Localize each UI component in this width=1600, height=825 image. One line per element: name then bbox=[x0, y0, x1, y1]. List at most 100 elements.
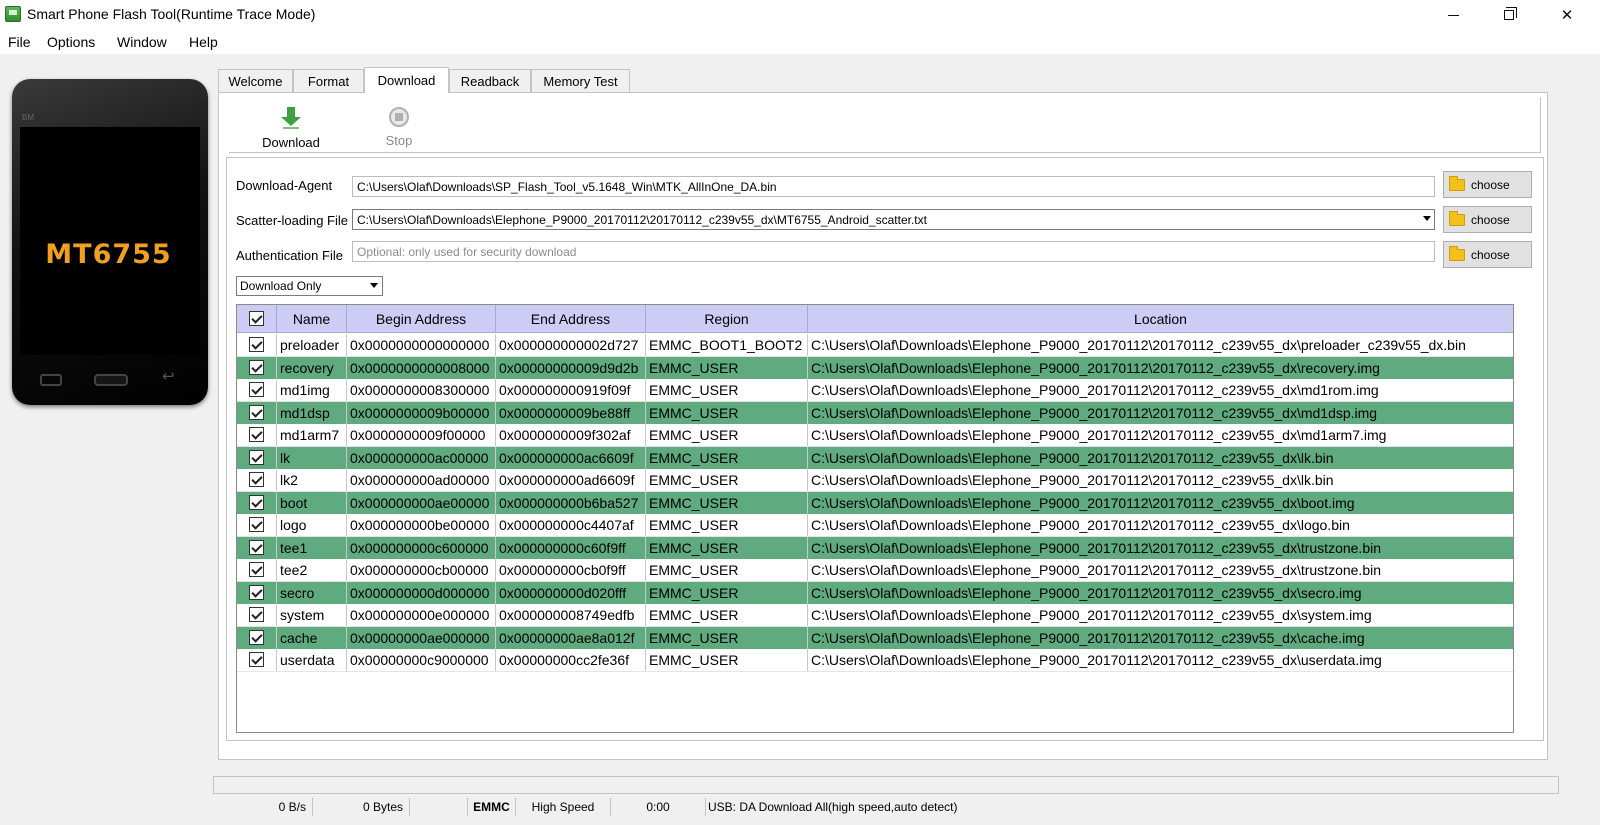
auth-file-field[interactable]: Optional: only used for security downloa… bbox=[352, 241, 1435, 262]
region: EMMC_USER bbox=[646, 424, 808, 446]
row-checkbox[interactable] bbox=[249, 630, 264, 646]
row-checkbox[interactable] bbox=[249, 517, 264, 533]
column-header-begin-address[interactable]: Begin Address bbox=[347, 305, 496, 332]
progress-bar bbox=[213, 776, 1559, 794]
row-checkbox[interactable] bbox=[249, 450, 264, 466]
select-all-checkbox[interactable] bbox=[249, 311, 264, 326]
row-checkbox-cell[interactable] bbox=[237, 536, 277, 559]
close-button[interactable]: ✕ bbox=[1544, 0, 1590, 30]
download-agent-field[interactable]: C:\Users\Olaf\Downloads\SP_Flash_Tool_v5… bbox=[352, 176, 1435, 197]
end-address: 0x000000000d020fff bbox=[496, 581, 646, 604]
partition-name: logo bbox=[277, 514, 347, 536]
begin-address: 0x000000000ac00000 bbox=[347, 446, 496, 469]
table-row[interactable]: logo 0x000000000be00000 0x000000000c4407af… bbox=[237, 514, 1513, 537]
download-button[interactable]: Download bbox=[246, 107, 336, 150]
table-row[interactable]: preloader 0x0000000000000000 0x00000000000… bbox=[237, 334, 1513, 357]
back-key-icon: ↩ bbox=[162, 368, 175, 385]
row-checkbox-cell[interactable] bbox=[237, 446, 277, 469]
row-checkbox[interactable] bbox=[249, 337, 264, 353]
folder-icon bbox=[1449, 245, 1465, 261]
table-row[interactable]: lk 0x000000000ac00000 0x000000000ac6609f EM… bbox=[237, 446, 1513, 469]
row-checkbox-cell[interactable] bbox=[237, 559, 277, 581]
column-header-location[interactable]: Location bbox=[808, 305, 1513, 332]
row-checkbox-cell[interactable] bbox=[237, 356, 277, 379]
row-checkbox[interactable] bbox=[249, 427, 264, 443]
row-checkbox-cell[interactable] bbox=[237, 626, 277, 649]
row-checkbox-cell[interactable] bbox=[237, 491, 277, 514]
tab-readback[interactable]: Readback bbox=[449, 69, 531, 92]
stop-button[interactable]: Stop bbox=[354, 107, 444, 148]
menu-help[interactable]: Help bbox=[189, 34, 218, 50]
scatter-file-combobox[interactable]: C:\Users\Olaf\Downloads\Elephone_P9000_2… bbox=[352, 209, 1435, 230]
column-header-region[interactable]: Region bbox=[646, 305, 808, 332]
row-checkbox[interactable] bbox=[249, 360, 264, 376]
row-checkbox-cell[interactable] bbox=[237, 401, 277, 424]
row-checkbox[interactable] bbox=[249, 495, 264, 511]
chevron-down-icon bbox=[370, 283, 378, 288]
restore-icon bbox=[1504, 7, 1517, 20]
partition-name: md1arm7 bbox=[277, 424, 347, 446]
tab-welcome[interactable]: Welcome bbox=[218, 69, 293, 92]
end-address: 0x0000000009be88ff bbox=[496, 401, 646, 424]
minimize-button[interactable] bbox=[1430, 0, 1476, 30]
row-checkbox-cell[interactable] bbox=[237, 379, 277, 401]
choose-auth-file-button[interactable]: choose bbox=[1443, 241, 1532, 268]
row-checkbox-cell[interactable] bbox=[237, 514, 277, 536]
row-checkbox[interactable] bbox=[249, 652, 264, 668]
tab-download[interactable]: Download bbox=[364, 67, 449, 93]
table-row[interactable]: recovery 0x0000000000008000 0x00000000009d… bbox=[237, 356, 1513, 379]
row-checkbox-cell[interactable] bbox=[237, 469, 277, 491]
region: EMMC_USER bbox=[646, 401, 808, 424]
menu-window[interactable]: Window bbox=[117, 34, 167, 50]
choose-scatter-file-button[interactable]: choose bbox=[1443, 206, 1532, 233]
column-header-name[interactable]: Name bbox=[277, 305, 347, 332]
tab-memory-test[interactable]: Memory Test bbox=[531, 69, 630, 92]
row-checkbox[interactable] bbox=[249, 405, 264, 421]
table-row[interactable]: tee2 0x000000000cb00000 0x000000000cb0f9ff… bbox=[237, 559, 1513, 582]
table-row[interactable]: tee1 0x000000000c600000 0x000000000c60f9ff… bbox=[237, 536, 1513, 559]
table-row[interactable]: boot 0x000000000ae00000 0x000000000b6ba527… bbox=[237, 491, 1513, 514]
status-time: 0:00 bbox=[611, 798, 706, 816]
table-row[interactable]: userdata 0x00000000c9000000 0x00000000cc2f… bbox=[237, 649, 1513, 672]
row-checkbox-cell[interactable] bbox=[237, 334, 277, 356]
select-all-checkbox-cell[interactable] bbox=[237, 305, 277, 332]
end-address: 0x000000000c4407af bbox=[496, 514, 646, 536]
download-button-label: Download bbox=[262, 135, 320, 150]
file-location: C:\Users\Olaf\Downloads\Elephone_P9000_2… bbox=[811, 494, 1355, 511]
table-row[interactable]: system 0x000000000e000000 0x000000008749ed… bbox=[237, 604, 1513, 627]
table-row[interactable]: md1dsp 0x0000000009b00000 0x0000000009be88… bbox=[237, 401, 1513, 424]
table-row[interactable]: secro 0x000000000d000000 0x000000000d020ff… bbox=[237, 581, 1513, 604]
partition-name: system bbox=[277, 604, 347, 626]
row-checkbox-cell[interactable] bbox=[237, 424, 277, 446]
table-row[interactable]: lk2 0x000000000ad00000 0x000000000ad6609f E… bbox=[237, 469, 1513, 492]
menu-file[interactable]: File bbox=[8, 34, 31, 50]
row-checkbox-cell[interactable] bbox=[237, 604, 277, 626]
minimize-icon bbox=[1447, 14, 1459, 16]
column-header-end-address[interactable]: End Address bbox=[496, 305, 646, 332]
region: EMMC_USER bbox=[646, 446, 808, 469]
scatter-file-label: Scatter-loading File bbox=[236, 213, 348, 228]
maximize-button[interactable] bbox=[1486, 0, 1532, 30]
row-checkbox[interactable] bbox=[249, 607, 264, 623]
row-checkbox[interactable] bbox=[249, 382, 264, 398]
file-location: C:\Users\Olaf\Downloads\Elephone_P9000_2… bbox=[811, 426, 1387, 443]
row-checkbox[interactable] bbox=[249, 562, 264, 578]
auth-file-label: Authentication File bbox=[236, 248, 343, 263]
begin-address: 0x000000000ae00000 bbox=[347, 491, 496, 514]
region: EMMC_BOOT1_BOOT2 bbox=[646, 334, 808, 356]
row-checkbox-cell[interactable] bbox=[237, 649, 277, 671]
file-location: C:\Users\Olaf\Downloads\Elephone_P9000_2… bbox=[811, 539, 1382, 556]
tab-format[interactable]: Format bbox=[293, 69, 364, 92]
table-row[interactable]: md1img 0x0000000008300000 0x000000000919f0… bbox=[237, 379, 1513, 402]
toolbar: Download Stop bbox=[229, 97, 1541, 153]
menu-options[interactable]: Options bbox=[47, 34, 95, 50]
table-row[interactable]: md1arm7 0x0000000009f00000 0x0000000009f30… bbox=[237, 424, 1513, 447]
row-checkbox[interactable] bbox=[249, 585, 264, 601]
file-location: C:\Users\Olaf\Downloads\Elephone_P9000_2… bbox=[811, 404, 1378, 421]
row-checkbox[interactable] bbox=[249, 540, 264, 556]
download-mode-select[interactable]: Download Only bbox=[236, 276, 383, 296]
row-checkbox-cell[interactable] bbox=[237, 581, 277, 604]
row-checkbox[interactable] bbox=[249, 472, 264, 488]
table-row[interactable]: cache 0x00000000ae000000 0x00000000ae8a012… bbox=[237, 626, 1513, 649]
choose-download-agent-button[interactable]: choose bbox=[1443, 171, 1532, 198]
